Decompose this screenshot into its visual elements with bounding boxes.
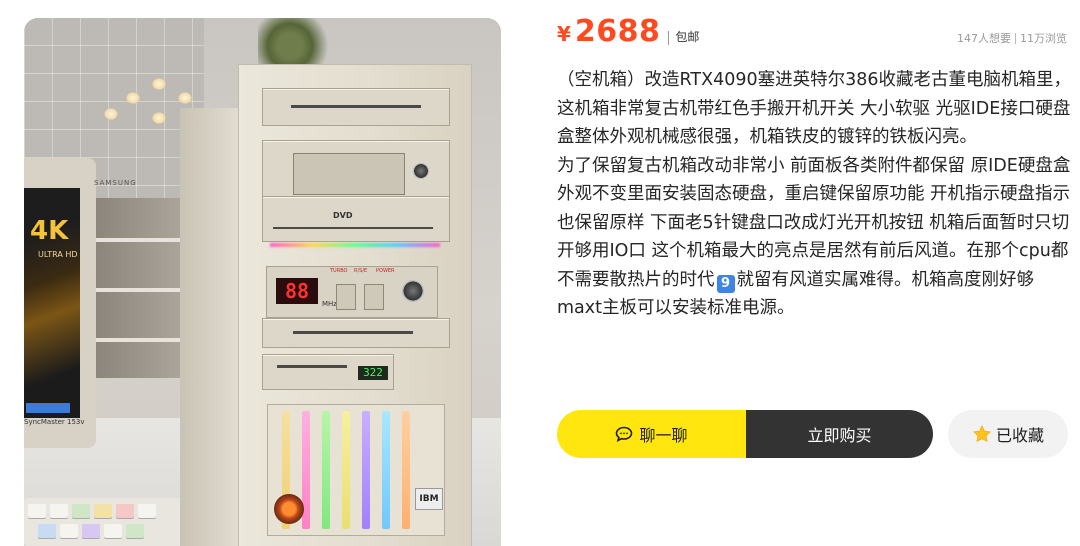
shipping-tag: 包邮: [675, 30, 700, 44]
crt-monitor: 4K ULTRA HD: [24, 158, 96, 448]
power-label: POWER: [376, 268, 395, 274]
power-button: [274, 494, 304, 524]
ide-drive-bay: [262, 140, 450, 204]
keyboard: [24, 498, 194, 546]
monitor-model: SyncMaster 153v: [24, 418, 85, 426]
price-value: 2688: [574, 14, 661, 49]
tower-side-panel: [180, 108, 240, 546]
turbo-button: [336, 284, 356, 310]
rse-label: R/S/E: [354, 268, 368, 274]
currency-symbol: ¥: [557, 22, 571, 46]
description-paragraph-1: （空机箱）改造RTX4090塞进英特尔386收藏老古董电脑机箱里，这机箱非常复古…: [557, 70, 1072, 147]
description-paragraph-2: 为了保留复古机箱改动非常小 前面板各类附件都保留 原IDE硬盘盒外观不变里面安装…: [557, 152, 1071, 323]
favorite-label: 已收藏: [995, 426, 1044, 445]
product-stats: 147人想要 11万浏览: [957, 30, 1067, 46]
price-divider: [668, 31, 670, 45]
monitor-screen: 4K ULTRA HD: [24, 188, 80, 418]
stats-divider: [1015, 32, 1016, 44]
dvd-drive: DVD: [262, 196, 450, 242]
screen-subtitle: ULTRA HD: [38, 250, 78, 259]
screen-title: 4K: [30, 216, 69, 246]
wants-count: 147人想要: [957, 32, 1011, 45]
mhz-unit: MHz: [322, 300, 337, 308]
product-photo[interactable]: 4K ULTRA HD SAMSUNG SyncMaster 153v DVD …: [24, 18, 501, 546]
favorite-button[interactable]: 已收藏: [948, 410, 1068, 458]
ibm-badge: IBM: [415, 488, 443, 510]
turbo-label: TURBO: [330, 268, 348, 274]
chat-label: 聊一聊: [639, 426, 688, 445]
drive-bay-top: [262, 88, 450, 126]
product-description: （空机箱）改造RTX4090塞进英特尔386收藏老古董电脑机箱里，这机箱非常复古…: [557, 66, 1071, 323]
price-row: ¥ 2688 包邮: [557, 14, 699, 54]
dvd-label: DVD: [333, 211, 353, 220]
chat-bubble-icon: [616, 426, 633, 442]
keycap-nine-icon: 9: [716, 274, 735, 293]
buy-label: 立即购买: [807, 426, 872, 445]
chat-button[interactable]: 聊一聊: [557, 410, 746, 458]
temperature-led: 322: [358, 366, 388, 380]
star-icon: [973, 425, 991, 442]
floppy-drive-large: [262, 318, 450, 348]
buy-now-button[interactable]: 立即购买: [746, 410, 933, 458]
reset-button: [364, 284, 384, 310]
key-lock-icon: [402, 280, 424, 302]
rgb-light-strip: [270, 243, 440, 247]
monitor-brand: SAMSUNG: [94, 179, 137, 187]
views-count: 11万浏览: [1020, 32, 1067, 45]
mhz-led-display: 88: [276, 278, 318, 304]
